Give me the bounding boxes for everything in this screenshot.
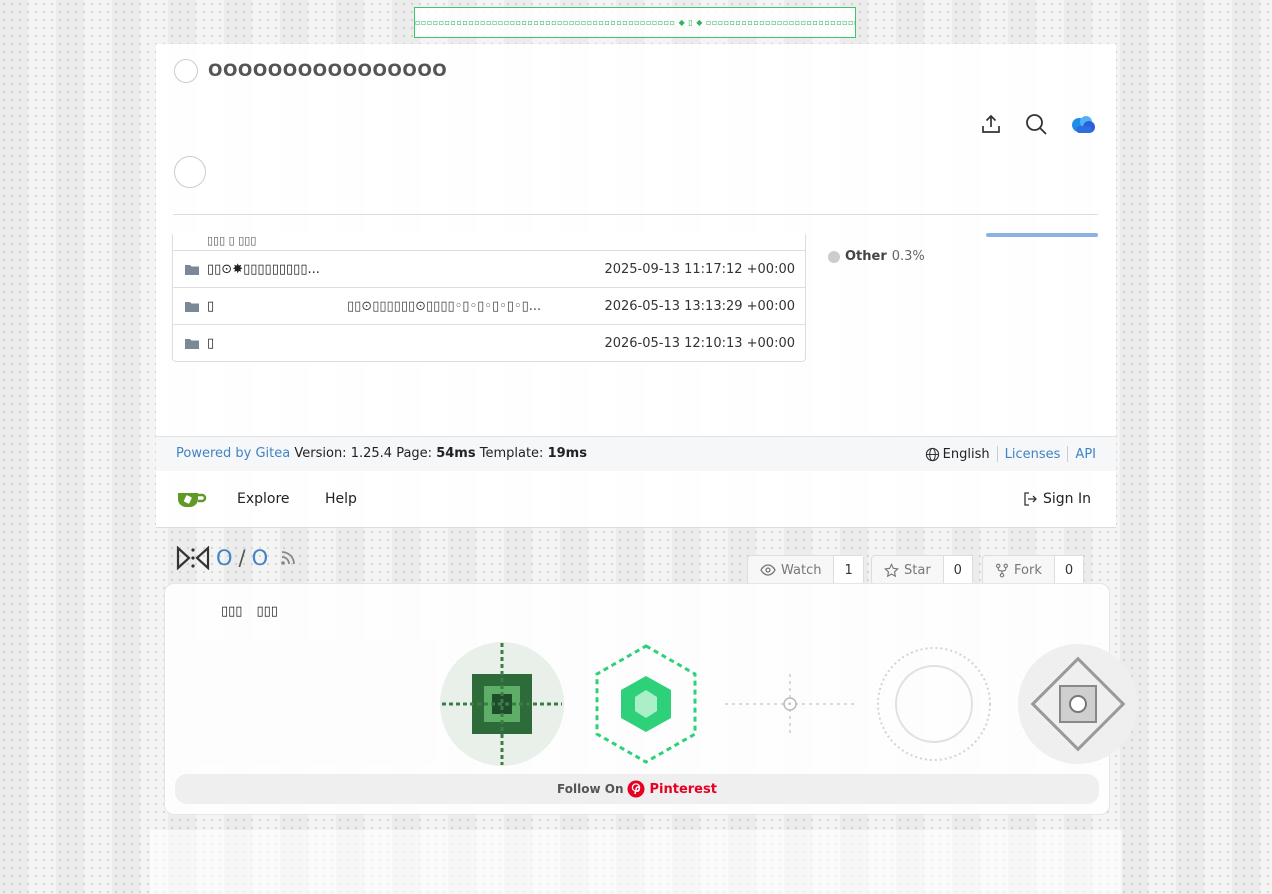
pin-image[interactable] [581, 639, 711, 769]
repo-owner-link[interactable]: O [216, 546, 233, 570]
version-label: Version: [294, 446, 347, 461]
embed-tabs: ▯▯▯ ▯▯▯ [221, 604, 278, 619]
divider [1067, 446, 1069, 462]
commit-message[interactable]: ▯▯⊙▯▯▯▯▯▯⊙▯▯▯▯◦▯◦▯◦▯◦▯◦▯... [347, 299, 604, 314]
embed-tab-2[interactable]: ▯▯▯ [256, 604, 277, 619]
nav-help[interactable]: Help [325, 491, 357, 507]
star-icon [884, 562, 899, 577]
file-name[interactable]: ▯ [207, 336, 347, 351]
rss-icon[interactable] [280, 550, 296, 566]
language-stat: Other 0.3% [828, 249, 925, 264]
repo-title: O / O [176, 546, 296, 570]
top-banner: ▫▫▫▫▫▫▫▫▫▫▫▫▫▫▫▫▫▫▫▫▫▫▫▫▫▫▫▫▫▫▫▫▫▫▫▫▫▫▫▫… [414, 7, 856, 38]
repo-avatar-icon [176, 546, 210, 570]
folder-icon [185, 264, 199, 275]
globe-icon [925, 447, 939, 461]
watch-button-group[interactable]: Watch 1 [747, 555, 864, 585]
page-label: Page: [396, 446, 433, 461]
sign-in-button[interactable]: Sign In [1023, 491, 1091, 507]
divider [173, 214, 1098, 215]
repo-header: O / O Watch 1 Star 0 Fork 0 [156, 528, 1116, 585]
folder-icon [185, 301, 199, 312]
fork-icon [996, 563, 1008, 577]
pin-image[interactable] [1013, 639, 1143, 769]
banner-text: ▫▫▫▫▫▫▫▫▫▫▫▫▫▫▫▫▫▫▫▫▫▫▫▫▫▫▫▫▫▫▫▫▫▫▫▫▫▫▫▫… [415, 18, 855, 27]
pin-image[interactable] [869, 639, 999, 769]
share-icon[interactable] [980, 113, 1002, 135]
fork-count[interactable]: 0 [1053, 556, 1084, 584]
footer: Powered by Gitea Version: 1.25.4 Page: 5… [156, 436, 1116, 472]
avatar-secondary [174, 156, 206, 188]
commit-time: 2025-09-13 11:17:12 +00:00 [604, 261, 795, 277]
avatar [174, 59, 198, 83]
file-name[interactable]: ▯▯⊙✸▯▯▯▯▯▯▯▯▯... [207, 262, 347, 277]
table-row[interactable]: ▯ ▯▯⊙▯▯▯▯▯▯⊙▯▯▯▯◦▯◦▯◦▯◦▯◦▯... 2026-05-13… [173, 287, 805, 324]
bottom-decoration [150, 830, 1122, 894]
pinterest-brand: Pinterest [649, 781, 717, 797]
language-percent: 0.3% [891, 249, 925, 264]
folder-icon [185, 338, 199, 349]
sign-in-icon [1024, 492, 1037, 506]
pin-image[interactable] [725, 639, 855, 769]
clone-button-edge[interactable] [986, 233, 1098, 237]
table-row[interactable]: ▯▯⊙✸▯▯▯▯▯▯▯▯▯... 2025-09-13 11:17:12 +00… [173, 250, 805, 287]
page-title: OOOOOOOOOOOOOOOO [208, 61, 448, 81]
footer-right: English Licenses API [925, 446, 1096, 462]
follow-text: Follow On [557, 782, 624, 796]
footer-left: Powered by Gitea Version: 1.25.4 Page: 5… [176, 446, 587, 461]
licenses-link[interactable]: Licenses [1005, 447, 1061, 462]
nav-explore[interactable]: Explore [237, 491, 290, 507]
language-color-dot [828, 250, 840, 263]
language-name: Other [845, 249, 887, 264]
watch-label: Watch [781, 562, 822, 578]
template-label: Template: [479, 446, 544, 461]
eye-icon [760, 564, 776, 576]
navbar: Explore Help Sign In [156, 471, 1116, 528]
commit-time: 2026-05-13 12:10:13 +00:00 [604, 335, 795, 351]
pinterest-logo-icon [627, 780, 645, 798]
fork-button-group[interactable]: Fork 0 [982, 555, 1085, 585]
repo-name-link[interactable]: O [252, 546, 269, 570]
sign-in-label: Sign In [1043, 491, 1091, 507]
star-count[interactable]: 0 [942, 556, 972, 584]
commit-time: 2026-05-13 13:13:29 +00:00 [604, 298, 795, 314]
watch-count[interactable]: 1 [833, 556, 863, 584]
page-time: 54ms [436, 446, 476, 461]
file-name[interactable]: ▯ [207, 299, 347, 314]
embed-tab-1[interactable]: ▯▯▯ [221, 604, 242, 619]
repo-home-panel: OOOOOOOOOOOOOOOO ▯▯▯ ▯ ▯▯▯ ▯▯⊙✸▯▯▯▯▯▯▯▯▯… [156, 44, 1116, 436]
repo-title-slash: / [238, 546, 246, 570]
language-label: English [942, 446, 990, 462]
version-value: 1.25.4 [350, 446, 393, 461]
pinterest-embed: ▯▯▯ ▯▯▯ Follow On Pinterest [164, 583, 1138, 815]
pin-gallery [437, 639, 1143, 769]
fork-label: Fork [1014, 562, 1042, 578]
top-actions [980, 112, 1096, 136]
star-label: Star [904, 562, 931, 578]
language-selector[interactable]: English [925, 447, 990, 462]
cloud-icon[interactable] [1070, 113, 1096, 135]
divider [996, 446, 998, 462]
gitea-logo-icon[interactable] [176, 489, 208, 513]
pin-image[interactable] [437, 639, 567, 769]
table-row-cut: ▯▯▯ ▯ ▯▯▯ [207, 234, 257, 247]
follow-on-pinterest-button[interactable]: Follow On Pinterest [175, 774, 1099, 804]
search-icon[interactable] [1024, 112, 1048, 136]
powered-by-link[interactable]: Powered by Gitea [176, 446, 290, 461]
table-row[interactable]: ▯ 2026-05-13 12:10:13 +00:00 [173, 324, 805, 361]
fork-button[interactable]: Fork [983, 556, 1054, 584]
star-button[interactable]: Star [872, 556, 943, 584]
page-title-row: OOOOOOOOOOOOOOOO [174, 59, 447, 83]
api-link[interactable]: API [1075, 447, 1096, 462]
template-time: 19ms [547, 446, 587, 461]
watch-button[interactable]: Watch [748, 556, 833, 584]
file-table: ▯▯▯ ▯ ▯▯▯ ▯▯⊙✸▯▯▯▯▯▯▯▯▯... 2025-09-13 11… [172, 234, 806, 362]
star-button-group[interactable]: Star 0 [871, 555, 973, 585]
